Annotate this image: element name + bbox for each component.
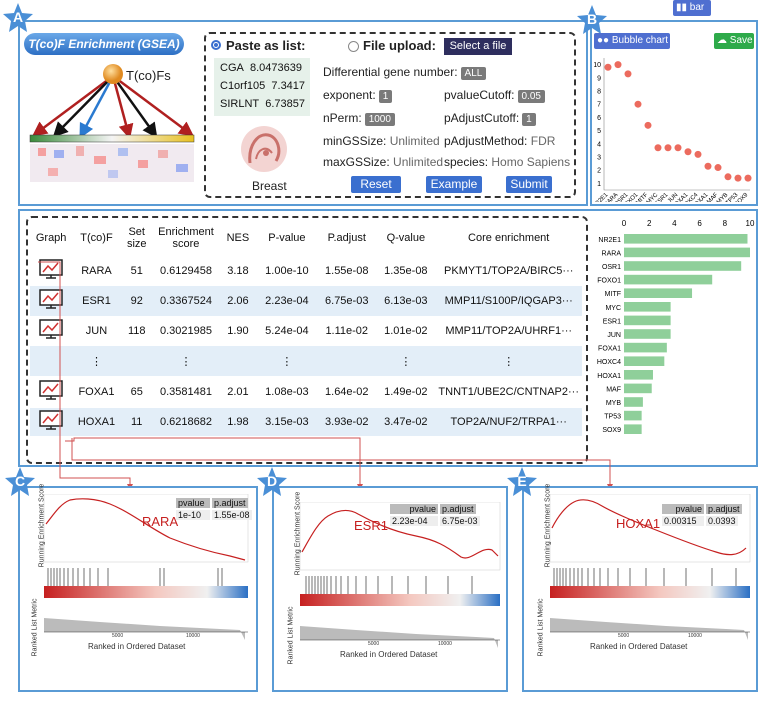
gsea-xlabel: Ranked in Ordered Dataset (590, 642, 688, 651)
gsea-xtick: 5000 (112, 633, 124, 639)
gsea-xtick: 5000 (618, 633, 630, 639)
gsea-xlabel: Ranked in Ordered Dataset (340, 650, 438, 659)
gsea-xtick: 10000 (186, 633, 200, 639)
gsea-tf-label: HOXA1 (616, 516, 661, 531)
gsea-tf-label: RARA (142, 514, 179, 529)
gsea-tf-label: ESR1 (354, 518, 388, 533)
gsea-plot-rara: Running Enrichment Score Ranked List Met… (26, 484, 252, 686)
star-d-label: D (266, 473, 278, 489)
star-e-label: E (517, 473, 527, 489)
gsea-ylabel-top: Running Enrichment Score (38, 483, 46, 568)
gsea-stats-box: pvalue p.adjust 2.23e-04 6.75e-03 (390, 504, 480, 526)
gsea-plot-hoxa1: Running Enrichment Score Ranked List Met… (532, 484, 754, 686)
gsea-xlabel: Ranked in Ordered Dataset (88, 642, 186, 651)
gsea-ylabel-bottom: Ranked List Metric (31, 598, 39, 657)
gsea-ylabel-top: Running Enrichment Score (544, 483, 552, 568)
gsea-ylabel-bottom: Ranked List Metric (287, 606, 295, 665)
star-c-label: C (14, 473, 26, 489)
gsea-xtick: 10000 (688, 633, 702, 639)
gsea-plot-esr1: Running Enrichment Score Ranked List Met… (282, 491, 504, 686)
gsea-xtick: 10000 (438, 641, 452, 647)
gsea-stats-box: pvalue p.adjust 1e-10 1.55e-08 (176, 498, 252, 520)
gsea-ylabel-top: Running Enrichment Score (294, 491, 302, 576)
gsea-ylabel-bottom: Ranked List Metric (537, 598, 545, 657)
gsea-stats-box: pvalue p.adjust 0.00315 0.0393 (662, 504, 742, 526)
gsea-xtick: 5000 (368, 641, 380, 647)
